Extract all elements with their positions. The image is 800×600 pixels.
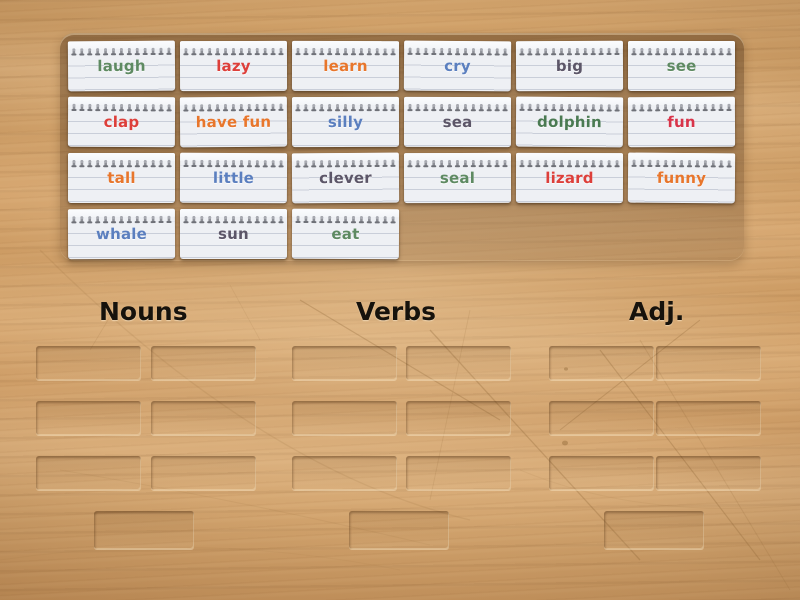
spiral-binding-icon bbox=[630, 153, 733, 168]
spiral-binding-icon bbox=[294, 209, 397, 224]
spiral-binding-icon bbox=[406, 97, 509, 112]
spiral-binding-icon bbox=[518, 97, 621, 112]
drop-slot-nouns-7[interactable] bbox=[94, 511, 194, 549]
drop-slot-verbs-1[interactable] bbox=[292, 346, 397, 380]
category-header-verbs: Verbs bbox=[356, 297, 437, 326]
spiral-binding-icon bbox=[294, 41, 397, 56]
word-card-label: see bbox=[666, 57, 697, 75]
word-card-label: sea bbox=[442, 112, 473, 132]
word-card[interactable]: see bbox=[628, 41, 735, 91]
word-card-label: tall bbox=[107, 169, 136, 187]
drop-slot-adj-4[interactable] bbox=[656, 401, 761, 435]
word-card[interactable]: little bbox=[179, 152, 288, 204]
spiral-binding-icon bbox=[182, 41, 285, 56]
word-card-label: cry bbox=[444, 56, 471, 76]
drop-slot-verbs-6[interactable] bbox=[406, 456, 511, 490]
word-card[interactable]: clap bbox=[67, 96, 176, 148]
word-card[interactable]: big bbox=[515, 40, 624, 92]
word-card[interactable]: tall bbox=[68, 153, 175, 203]
spiral-binding-icon bbox=[406, 153, 509, 168]
drop-slot-nouns-6[interactable] bbox=[151, 456, 256, 490]
category-header-nouns: Nouns bbox=[99, 297, 188, 326]
drop-slot-verbs-5[interactable] bbox=[292, 456, 397, 490]
spiral-binding-icon bbox=[518, 153, 621, 168]
word-card[interactable]: have fun bbox=[179, 96, 288, 148]
word-card-label: sun bbox=[218, 225, 249, 243]
drop-slot-adj-7[interactable] bbox=[604, 511, 704, 549]
word-card[interactable]: sea bbox=[403, 96, 512, 148]
word-card-label: clever bbox=[319, 168, 372, 188]
word-card[interactable]: learn bbox=[291, 40, 400, 92]
word-card[interactable]: whale bbox=[67, 208, 176, 260]
drop-slot-adj-1[interactable] bbox=[549, 346, 654, 380]
word-card[interactable]: laugh bbox=[67, 40, 176, 92]
word-card[interactable]: lazy bbox=[179, 40, 288, 92]
drop-slot-nouns-1[interactable] bbox=[36, 346, 141, 380]
spiral-binding-icon bbox=[406, 41, 509, 56]
word-card-label: seal bbox=[439, 168, 476, 188]
spiral-binding-icon bbox=[70, 209, 173, 224]
word-card-label: learn bbox=[323, 56, 368, 76]
word-card-label: silly bbox=[327, 112, 364, 132]
word-card-label: dolphin bbox=[537, 112, 602, 132]
word-card-label: whale bbox=[95, 224, 148, 244]
drop-slot-verbs-7[interactable] bbox=[349, 511, 449, 549]
drop-slot-nouns-3[interactable] bbox=[36, 401, 141, 435]
word-card-list: laugh lazy learn cry big see clap have fun silly… bbox=[67, 40, 744, 260]
word-card[interactable]: dolphin bbox=[515, 96, 624, 148]
drop-slot-nouns-2[interactable] bbox=[151, 346, 256, 380]
spiral-binding-icon bbox=[294, 153, 397, 168]
spiral-binding-icon bbox=[630, 97, 733, 112]
word-card-label: laugh bbox=[97, 56, 146, 76]
word-card[interactable]: clever bbox=[291, 152, 400, 204]
word-card[interactable]: seal bbox=[403, 152, 512, 204]
word-card-label: fun bbox=[667, 112, 696, 132]
drop-slot-adj-2[interactable] bbox=[656, 346, 761, 380]
word-card-label: lizard bbox=[545, 168, 594, 188]
word-card-tray[interactable]: laugh lazy learn cry big see clap have fun silly… bbox=[60, 33, 744, 261]
drop-slot-nouns-5[interactable] bbox=[36, 456, 141, 490]
word-card-label: lazy bbox=[216, 56, 251, 76]
drop-slot-adj-5[interactable] bbox=[549, 456, 654, 490]
spiral-binding-icon bbox=[182, 153, 285, 168]
word-card-label: little bbox=[212, 168, 255, 188]
drop-slot-verbs-3[interactable] bbox=[292, 401, 397, 435]
word-card[interactable]: funny bbox=[627, 152, 736, 204]
drop-slot-adj-6[interactable] bbox=[656, 456, 761, 490]
word-card[interactable]: cry bbox=[403, 40, 512, 92]
drop-slot-nouns-4[interactable] bbox=[151, 401, 256, 435]
word-card[interactable]: sun bbox=[180, 209, 287, 259]
spiral-binding-icon bbox=[182, 97, 285, 112]
spiral-binding-icon bbox=[182, 209, 285, 224]
spiral-binding-icon bbox=[630, 41, 733, 56]
spiral-binding-icon bbox=[70, 97, 173, 112]
word-card-label: funny bbox=[656, 168, 707, 188]
word-card-label: eat bbox=[331, 224, 360, 244]
spiral-binding-icon bbox=[294, 97, 397, 112]
spiral-binding-icon bbox=[518, 41, 621, 56]
word-card-label: big bbox=[555, 56, 584, 76]
drop-slot-verbs-4[interactable] bbox=[406, 401, 511, 435]
spiral-binding-icon bbox=[70, 41, 173, 56]
word-card-label: clap bbox=[103, 112, 140, 132]
word-card[interactable]: fun bbox=[627, 96, 736, 148]
word-card[interactable]: silly bbox=[291, 96, 400, 148]
drop-slot-adj-3[interactable] bbox=[549, 401, 654, 435]
category-header-adj: Adj. bbox=[629, 297, 685, 326]
spiral-binding-icon bbox=[70, 153, 173, 168]
word-card-label: have fun bbox=[195, 112, 272, 132]
drop-slot-verbs-2[interactable] bbox=[406, 346, 511, 380]
word-card[interactable]: eat bbox=[291, 208, 400, 260]
word-card[interactable]: lizard bbox=[515, 152, 624, 204]
